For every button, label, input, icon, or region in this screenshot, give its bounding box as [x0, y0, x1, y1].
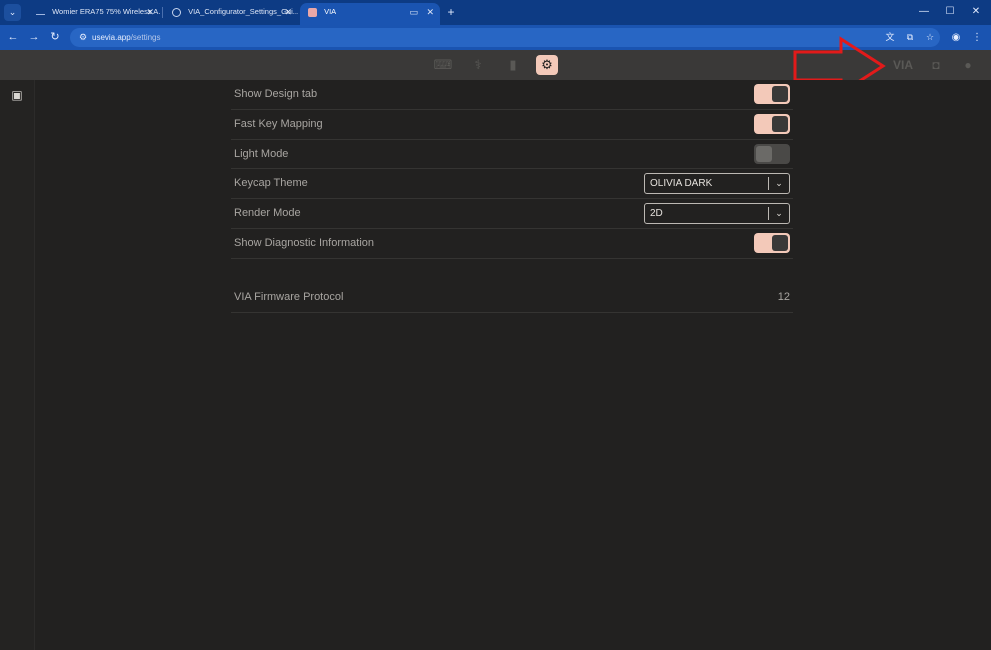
bookmark-star-icon[interactable]: ☆	[923, 31, 937, 44]
setting-label: Fast Key Mapping	[234, 117, 323, 130]
setting-label: Light Mode	[234, 147, 289, 160]
reload-icon[interactable]: ↻	[46, 29, 64, 46]
discord-icon[interactable]: ◘	[926, 56, 946, 74]
setting-label: Render Mode	[234, 207, 301, 220]
profile-icon[interactable]: ◉	[948, 29, 964, 46]
setting-row-show-design-tab: Show Design tab	[231, 80, 793, 110]
tab-close-icon[interactable]: ✕	[426, 3, 434, 21]
womier-favicon-icon	[36, 9, 45, 16]
setting-row-fast-key-mapping: Fast Key Mapping	[231, 110, 793, 140]
browser-tab-via-guide[interactable]: VIA_Configurator_Settings_Gui... ✕	[164, 3, 298, 25]
firmware-value: 12	[777, 290, 790, 303]
firmware-label: VIA Firmware Protocol	[234, 290, 344, 303]
chevron-down-icon: ⌄	[775, 208, 783, 219]
github-icon[interactable]: ●	[958, 56, 978, 74]
maximize-button[interactable]: ☐	[940, 3, 960, 21]
settings-gear-icon[interactable]: ⚙	[536, 55, 558, 75]
setting-row-light-mode: Light Mode	[231, 140, 793, 170]
setting-row-keycap-theme: Keycap Theme OLIVIA DARK ⌄	[231, 169, 793, 200]
light-mode-toggle[interactable]	[754, 143, 790, 164]
tab-search-chevron-icon[interactable]: ⌄	[4, 4, 21, 21]
setting-label: Keycap Theme	[234, 177, 308, 190]
globe-favicon-icon	[172, 7, 181, 17]
install-app-icon[interactable]: ⧉	[903, 31, 917, 44]
tab-title: VIA	[324, 7, 337, 17]
toggle-knob	[772, 86, 788, 102]
tab-title: Womier ERA75 75% Wireless A...	[52, 7, 160, 17]
setting-row-show-diagnostic: Show Diagnostic Information	[231, 229, 793, 259]
forward-arrow-icon[interactable]: →	[25, 29, 43, 46]
site-info-icon[interactable]: ⚙	[77, 31, 89, 43]
via-brand-link[interactable]: VIA	[890, 56, 916, 74]
back-arrow-icon[interactable]: ←	[4, 29, 22, 46]
browser-menu-icon[interactable]: ⋮	[969, 29, 985, 46]
settings-list: Show Design tab Fast Key Mapping Light M…	[231, 80, 793, 313]
chevron-down-icon: ⌄	[775, 178, 783, 189]
tab-title: VIA_Configurator_Settings_Gui...	[188, 7, 298, 17]
keyboard-icon[interactable]: ⌨	[432, 55, 454, 75]
browser-tab-strip: ⌄ Womier ERA75 75% Wireless A... ✕ VIA_C…	[0, 0, 991, 25]
show-design-tab-toggle[interactable]	[754, 84, 790, 104]
url-host: usevia.app	[92, 33, 131, 42]
select-divider	[768, 207, 769, 221]
tab-close-icon[interactable]: ✕	[146, 3, 154, 21]
setting-row-render-mode: Render Mode 2D ⌄	[231, 199, 793, 229]
test-stethoscope-icon[interactable]: ⚕	[467, 55, 489, 75]
minimize-button[interactable]: —	[914, 3, 934, 21]
toggle-knob	[772, 115, 788, 132]
toggle-knob	[772, 234, 788, 251]
render-mode-select[interactable]: 2D ⌄	[644, 203, 790, 225]
select-divider	[768, 177, 769, 191]
left-sidebar: ▣	[0, 80, 35, 650]
setting-label: Show Diagnostic Information	[234, 236, 375, 249]
close-window-button[interactable]: ✕	[966, 3, 986, 21]
url-text: usevia.app/settings	[92, 28, 161, 47]
url-path: /settings	[130, 33, 161, 42]
fast-key-mapping-toggle[interactable]	[754, 113, 790, 134]
show-diagnostic-toggle[interactable]	[754, 232, 790, 253]
setting-label: Show Design tab	[234, 88, 318, 100]
design-paint-icon[interactable]: ▮	[502, 55, 524, 75]
settings-spacer	[231, 259, 793, 283]
select-value: OLIVIA DARK	[650, 178, 713, 190]
tab-separator	[162, 7, 163, 18]
tab-close-icon[interactable]: ✕	[284, 3, 292, 21]
new-tab-button[interactable]: +	[444, 4, 458, 20]
keycap-theme-select[interactable]: OLIVIA DARK ⌄	[644, 173, 790, 195]
firmware-protocol-row: VIA Firmware Protocol 12	[231, 283, 793, 313]
toggle-knob	[756, 145, 772, 162]
select-value: 2D	[650, 208, 663, 220]
browser-tab-womier[interactable]: Womier ERA75 75% Wireless A... ✕	[28, 3, 160, 25]
via-favicon-icon	[308, 7, 317, 17]
browser-tab-via-active[interactable]: VIA ▭ ✕	[300, 3, 440, 25]
toolbox-icon[interactable]: ▣	[9, 87, 25, 103]
tab-audio-keyboard-icon: ▭	[409, 7, 418, 17]
